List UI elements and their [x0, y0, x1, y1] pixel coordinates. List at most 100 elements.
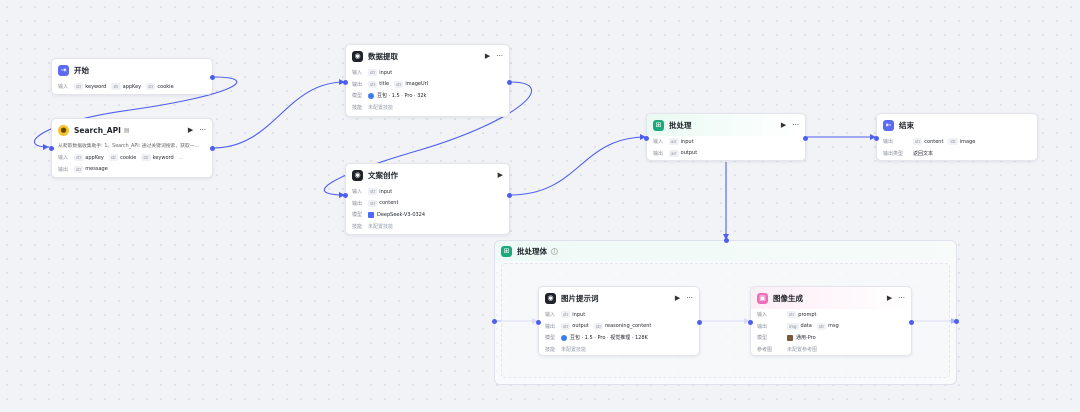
node-inputs: 输入 str input	[352, 188, 393, 196]
more-inputs[interactable]: ...	[179, 155, 184, 161]
more-button[interactable]: ···	[199, 126, 206, 134]
output-tag: str imageUrl	[394, 80, 429, 88]
node-outputs: 输出 str title str imageUrl	[352, 80, 429, 88]
output-port[interactable]	[954, 319, 959, 324]
node-search-api-header[interactable]: ● Search_API ▤ ▶ ···	[52, 119, 212, 141]
more-button[interactable]: ···	[792, 121, 799, 129]
input-port[interactable]	[343, 193, 348, 198]
input-port[interactable]	[492, 319, 497, 324]
node-end-header[interactable]: ⇤ 结束	[877, 114, 1037, 136]
wire-search-extract	[212, 81, 346, 149]
model-icon	[368, 211, 374, 218]
input-port[interactable]	[748, 320, 753, 325]
node-extract[interactable]: ◉ 数据提取 ▶ ··· 输入 str input 输出 str title str…	[343, 44, 512, 117]
node-outputs: 输出 arr output	[653, 149, 698, 157]
run-button[interactable]: ▶	[781, 121, 786, 129]
node-outputs: 输出 img data str msg	[757, 322, 839, 330]
node-outputs: 输出 str output str reasoning_content	[545, 322, 652, 330]
node-image-gen[interactable]: ▣ 图像生成 ▶ ··· 输入 str prompt 输出 img data str…	[748, 286, 914, 356]
output-port[interactable]	[697, 320, 702, 325]
node-outputs: 输出 str message	[58, 165, 108, 173]
node-reference: 参考图 未配置参考图	[757, 346, 818, 353]
batch-body-header[interactable]: ⊞ 批处理体 i	[495, 241, 956, 261]
input-tag: str input	[368, 188, 393, 196]
node-skill: 技能 未配置技能	[545, 346, 587, 353]
node-description: 从爬取数据收集助手: 1、Search_API: 通过关键词搜索，获取一...	[58, 144, 200, 149]
node-title: 结束	[899, 120, 914, 130]
output-port[interactable]	[909, 320, 914, 325]
node-title: 数据提取	[368, 51, 398, 61]
node-inputs: 输入 str appKey str cookie str keyword ...	[58, 154, 184, 162]
node-start-header[interactable]: ⇥ 开始	[52, 59, 212, 81]
output-port[interactable]	[507, 80, 512, 85]
output-port[interactable]	[803, 136, 808, 141]
node-title: 图像生成	[773, 293, 803, 303]
llm-icon: ◉	[352, 50, 363, 62]
node-extract-header[interactable]: ◉ 数据提取 ▶ ···	[346, 45, 509, 67]
node-copywriting[interactable]: ◉ 文案创作 ▶ 输入 str input 输出 str content 模型 De…	[343, 163, 512, 235]
node-skill: 技能 未配置技能	[352, 104, 394, 111]
start-icon: ⇥	[58, 64, 69, 76]
run-button[interactable]: ▶	[498, 171, 503, 179]
node-image-gen-header[interactable]: ▣ 图像生成 ▶ ···	[751, 287, 911, 309]
input-tag: arr input	[669, 138, 694, 146]
node-image-prompt-header[interactable]: ◉ 图片提示词 ▶ ···	[539, 287, 699, 309]
model-icon	[787, 334, 793, 341]
doc-icon[interactable]: ▤	[124, 127, 130, 134]
output-tag: str msg	[816, 322, 839, 330]
input-port[interactable]	[49, 146, 54, 151]
more-button[interactable]: ···	[898, 294, 905, 302]
node-title: 开始	[74, 65, 89, 75]
info-icon[interactable]: i	[551, 247, 558, 255]
output-tag: img data	[787, 322, 812, 330]
output-tag: arr output	[669, 149, 698, 157]
output-tag: str title	[368, 80, 390, 88]
input-port[interactable]	[644, 136, 649, 141]
node-search-api[interactable]: ● Search_API ▤ ▶ ··· 从爬取数据收集助手: 1、Search…	[49, 118, 215, 178]
batch-icon: ⊞	[501, 245, 512, 257]
node-inputs: 输入 str keyword str appKey str cookie	[58, 83, 174, 91]
model-icon	[561, 334, 567, 341]
output-port[interactable]	[210, 75, 215, 80]
run-button[interactable]: ▶	[485, 52, 490, 60]
output-port[interactable]	[507, 193, 512, 198]
node-mode: 输出类型 返回文本	[883, 150, 934, 157]
input-tag: str appKey	[111, 83, 142, 91]
more-button[interactable]: ···	[496, 52, 503, 60]
image-icon: ▣	[757, 292, 768, 304]
node-inputs: 输入 str input	[352, 69, 393, 77]
input-port[interactable]	[343, 80, 348, 85]
node-start[interactable]: ⇥ 开始 输入 str keyword str appKey str cookie	[51, 58, 215, 95]
output-tag: str output	[561, 322, 589, 330]
output-tag: str message	[74, 165, 108, 173]
input-port[interactable]	[536, 320, 541, 325]
input-port[interactable]	[874, 136, 879, 141]
node-image-prompt[interactable]: ◉ 图片提示词 ▶ ··· 输入 str input 输出 str output s…	[536, 286, 702, 356]
input-tag: str input	[368, 69, 393, 77]
node-model: 模型 DeepSeek-V3-0324	[352, 211, 426, 219]
node-title: 批处理	[669, 120, 692, 130]
run-button[interactable]: ▶	[675, 294, 680, 302]
node-copywriting-header[interactable]: ◉ 文案创作 ▶	[346, 164, 509, 186]
input-tag: str keyword	[141, 154, 174, 162]
model-icon	[368, 92, 374, 99]
output-tag: str image	[948, 138, 976, 146]
node-end[interactable]: ⇤ 结束 输出 str content str image 输出类型 返回文本	[874, 113, 1038, 161]
output-tag: str content	[368, 199, 399, 207]
input-tag: str cookie	[108, 154, 137, 162]
node-model: 模型 豆包 · 1.5 · Pro · 32k	[352, 92, 427, 100]
output-port[interactable]	[210, 146, 215, 151]
wire-copy-batch	[509, 136, 647, 196]
top-port[interactable]	[724, 238, 729, 243]
node-skill: 技能 未配置技能	[352, 223, 394, 230]
more-button[interactable]: ···	[686, 294, 693, 302]
node-title: 文案创作	[368, 170, 398, 180]
node-batch-header[interactable]: ⊞ 批处理 ▶ ···	[647, 114, 805, 136]
run-button[interactable]: ▶	[887, 294, 892, 302]
node-inputs: 输入 str input	[545, 311, 586, 319]
node-batch[interactable]: ⊞ 批处理 ▶ ··· 输入 arr input 输出 arr output	[644, 113, 808, 161]
output-tag: str content	[913, 138, 944, 146]
run-button[interactable]: ▶	[188, 126, 193, 134]
node-inputs: 输入 arr input	[653, 138, 694, 146]
node-outputs: 输出 str content str image	[883, 138, 976, 146]
